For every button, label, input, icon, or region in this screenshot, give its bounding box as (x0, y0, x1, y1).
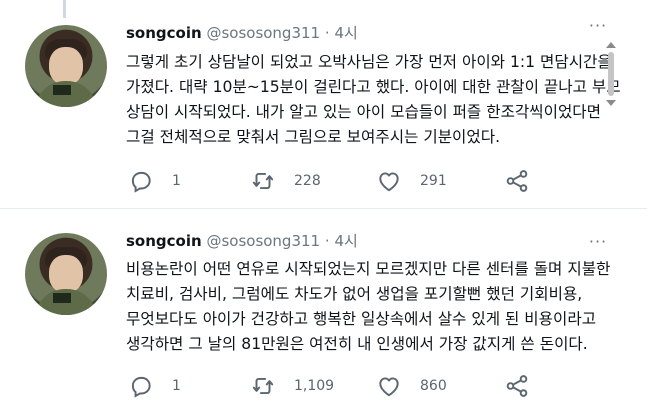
avatar[interactable] (25, 25, 107, 107)
scrollbar[interactable] (604, 40, 618, 110)
tweet-line: 상담이 시작되었다. 내가 알고 있는 아이 모습들이 퍼즐 한조각씩이었다면 (126, 103, 601, 121)
reply-icon (131, 171, 151, 193)
retweet-icon (252, 172, 274, 190)
avatar-tag (53, 85, 71, 95)
tweet-header: songcoin @sososong311 · 4시 (126, 22, 358, 43)
scroll-down-arrow-icon[interactable] (606, 100, 616, 106)
retweet-button[interactable]: 1,109 (250, 371, 334, 401)
timestamp[interactable]: 4시 (334, 24, 357, 42)
separator-dot: · (324, 24, 330, 42)
share-button[interactable] (504, 371, 530, 401)
reply-icon (131, 376, 151, 398)
tweet-divider (0, 208, 647, 209)
more-icon[interactable]: ··· (586, 230, 610, 254)
display-name[interactable]: songcoin (126, 24, 202, 42)
tweet-line: 무엇보다도 아이가 건강하고 행복한 일상속에서 살수 있게 된 비용이라고 (126, 310, 597, 328)
avatar[interactable] (25, 233, 107, 315)
like-count: 860 (420, 378, 447, 394)
reply-button[interactable]: 1 (128, 166, 181, 196)
avatar-tag (53, 293, 71, 303)
retweet-count: 228 (294, 173, 321, 189)
tweet-line: 치료비, 검사비, 그럼에도 차도가 없어 생업을 포기할뻔 했던 기회비용, (126, 285, 583, 303)
tweet-text: 그렇게 초기 상담날이 되었고 오박사님은 가장 먼저 아이와 1:1 면담시간… (126, 50, 626, 150)
tweet-line: 가졌다. 대략 10분~15분이 걸린다고 했다. 아이에 대한 관찰이 끝나고… (126, 78, 621, 96)
share-icon (506, 375, 528, 397)
like-count: 291 (420, 173, 447, 189)
tweet[interactable]: songcoin @sososong311 · 4시 ··· 비용논란이 어떤 … (0, 210, 647, 418)
tweet-text: 비용논란이 어떤 연유로 시작되었는지 모르겠지만 다른 센터를 돌며 지불한 … (126, 257, 626, 357)
avatar-face (49, 47, 83, 85)
display-name[interactable]: songcoin (126, 232, 202, 250)
tweet-header: songcoin @sososong311 · 4시 (126, 230, 358, 251)
reply-button[interactable]: 1 (128, 371, 181, 401)
reply-count: 1 (172, 173, 181, 189)
tweet-line: 그렇게 초기 상담날이 되었고 오박사님은 가장 먼저 아이와 1:1 면담시간… (126, 53, 612, 71)
scrollbar-thumb[interactable] (608, 52, 614, 96)
retweet-icon (252, 377, 274, 395)
timestamp[interactable]: 4시 (334, 232, 357, 250)
retweet-count: 1,109 (294, 378, 335, 394)
separator-dot: · (324, 232, 330, 250)
tweet-line: 그걸 전체적으로 맞춰서 그림으로 보여주시는 기분이었다. (126, 128, 501, 146)
heart-icon (379, 377, 399, 397)
share-icon (506, 170, 528, 192)
tweet-line: 비용논란이 어떤 연유로 시작되었는지 모르겠지만 다른 센터를 돌며 지불한 (126, 260, 611, 278)
tweet-line: 생각하면 그 날의 81만원은 여전히 내 인생에서 가장 값지게 쓴 돈이다. (126, 335, 588, 353)
tweet-actions: 1 228 291 (128, 166, 548, 196)
more-icon[interactable]: ··· (586, 14, 610, 38)
user-handle[interactable]: @sososong311 (206, 232, 320, 250)
like-button[interactable]: 291 (376, 166, 447, 196)
like-button[interactable]: 860 (376, 371, 447, 401)
heart-icon (379, 172, 399, 192)
tweet-actions: 1 1,109 860 (128, 371, 548, 401)
share-button[interactable] (504, 166, 530, 196)
reply-count: 1 (172, 378, 181, 394)
retweet-button[interactable]: 228 (250, 166, 321, 196)
avatar-face (49, 255, 83, 293)
scroll-up-arrow-icon[interactable] (606, 42, 616, 48)
user-handle[interactable]: @sososong311 (206, 24, 320, 42)
tweet[interactable]: songcoin @sososong311 · 4시 ··· 그렇게 초기 상담… (0, 0, 647, 209)
